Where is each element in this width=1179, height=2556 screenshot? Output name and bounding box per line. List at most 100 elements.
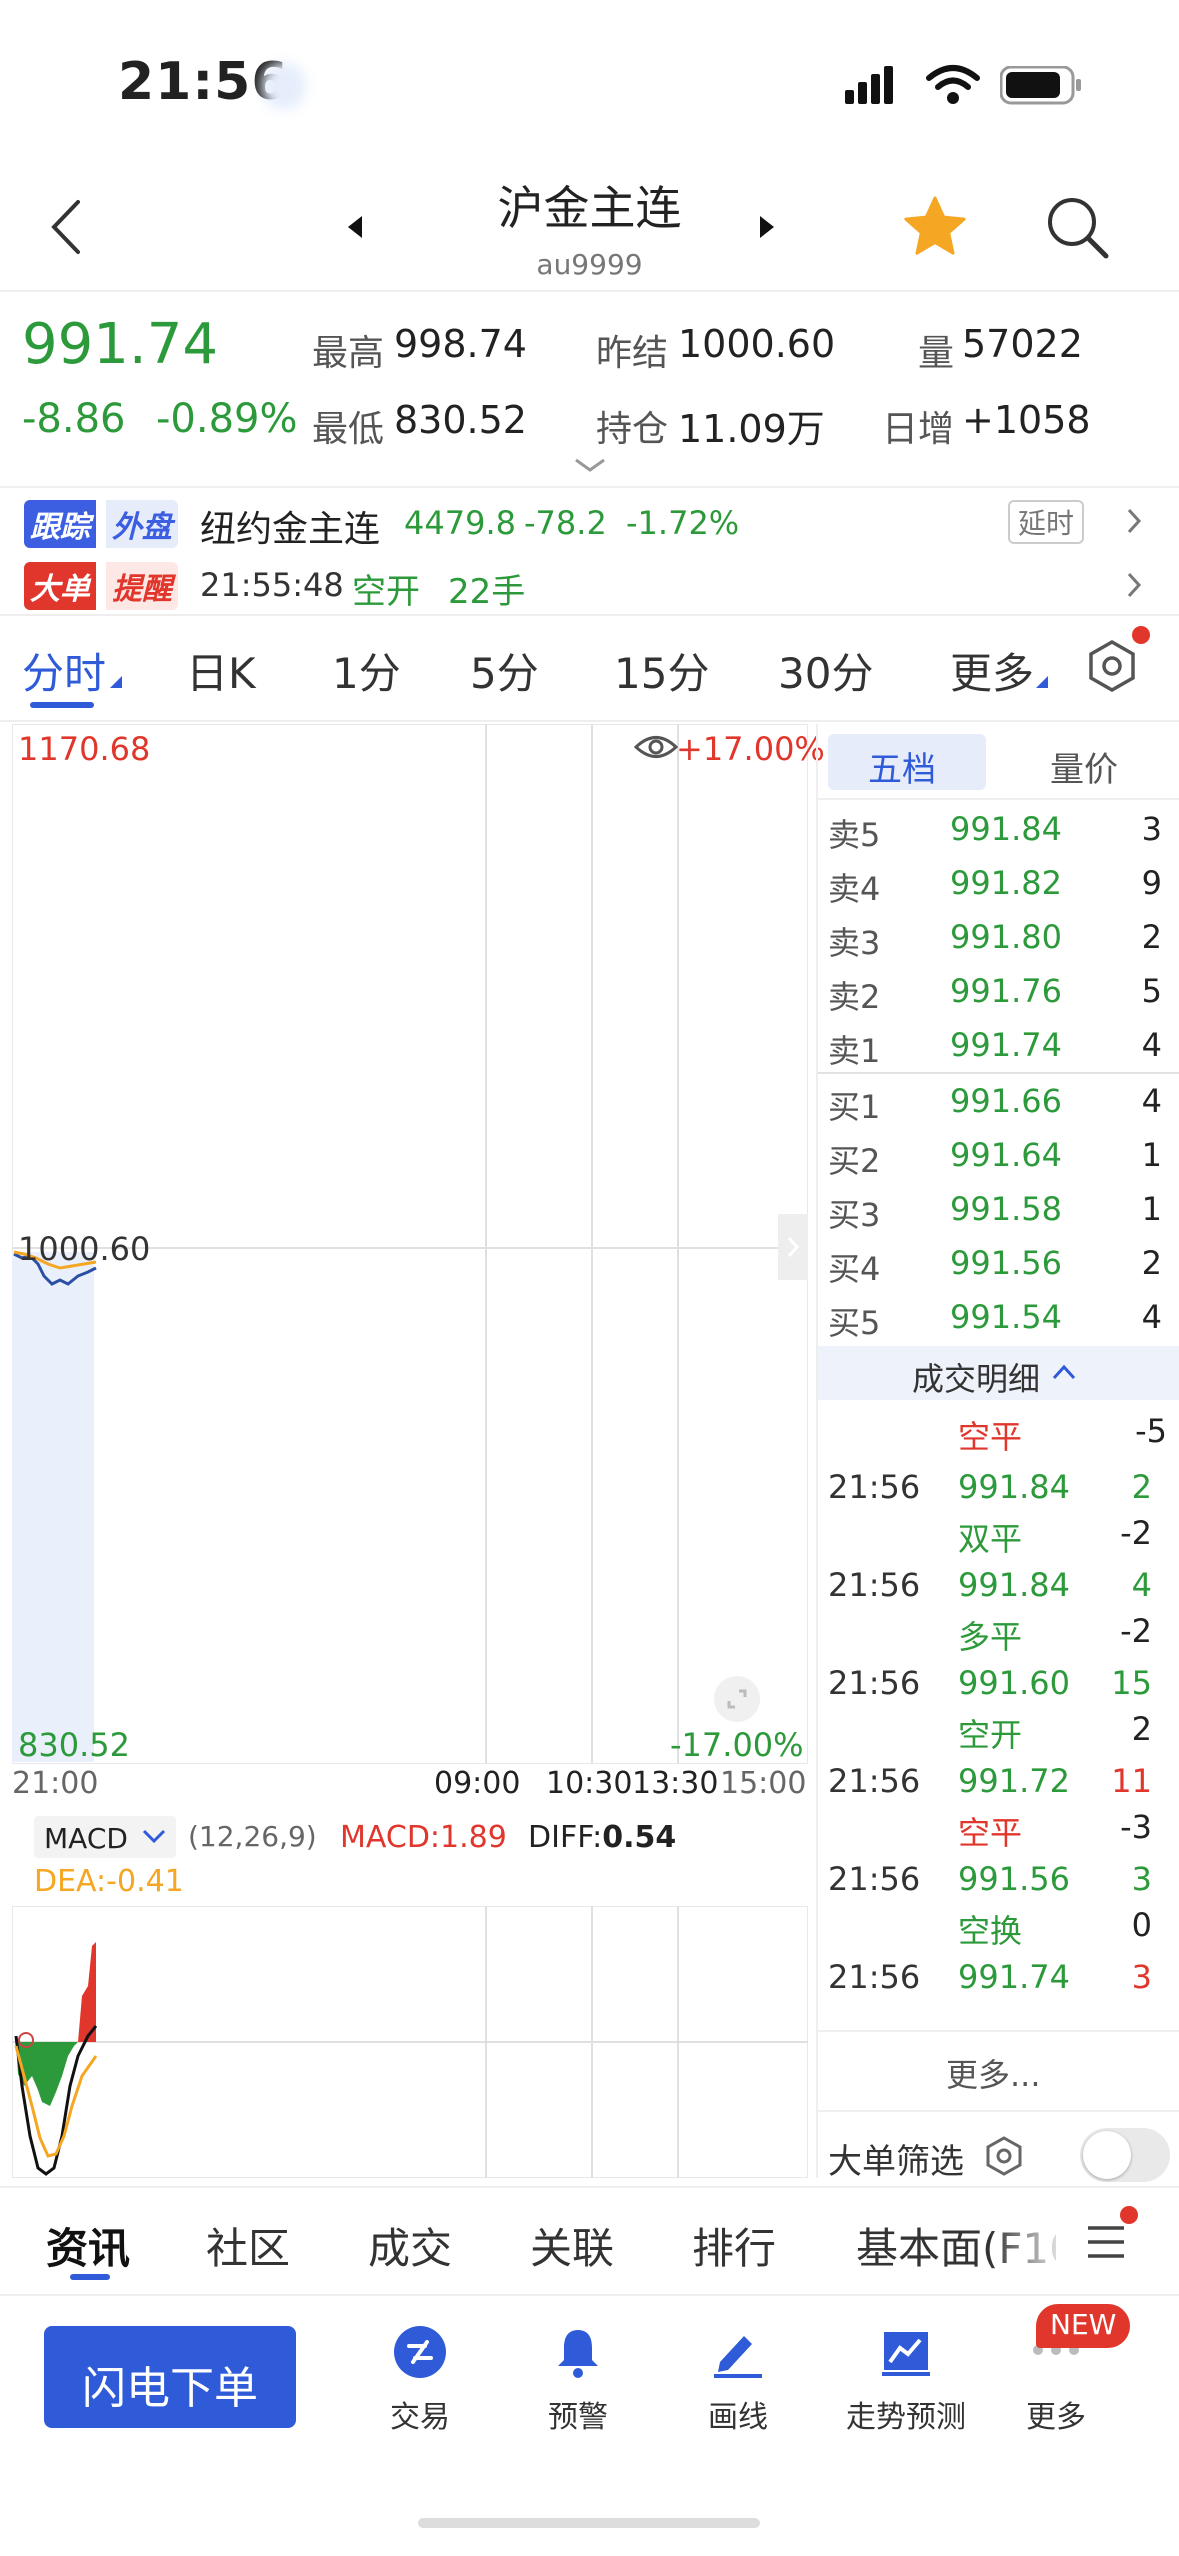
tab-5min[interactable]: 5分 bbox=[470, 640, 539, 701]
orderbook-tab-five-levels[interactable]: 五档 bbox=[828, 734, 986, 790]
trade-vol: 3 bbox=[1131, 1958, 1152, 1996]
favorite-star-icon[interactable] bbox=[900, 192, 970, 262]
big-order-alert-row[interactable]: 大单 提醒 21:55:48 空开 22手 bbox=[0, 552, 1179, 616]
tab-daily-k[interactable]: 日K bbox=[186, 640, 256, 701]
chevron-down-icon bbox=[140, 1826, 168, 1850]
tab-15min[interactable]: 15分 bbox=[614, 640, 709, 701]
draw-line-icon bbox=[710, 2324, 766, 2384]
bid-label: 买2 bbox=[828, 1142, 881, 1180]
ask-row-1[interactable]: 卖1 991.74 4 bbox=[828, 1018, 1168, 1072]
time-label-0900: 09:00 bbox=[434, 1766, 521, 1801]
bid-row-1[interactable]: 买1 991.66 4 bbox=[828, 1074, 1168, 1128]
macd-params: (12,26,9) bbox=[188, 1820, 317, 1853]
tab-intraday[interactable]: 分时 bbox=[22, 640, 106, 701]
trade-type: 空换 bbox=[958, 1912, 1023, 1950]
more-trades-link[interactable]: 更多... bbox=[946, 2050, 1041, 2096]
time-label-1330: 13:30 bbox=[632, 1766, 719, 1801]
wifi-icon bbox=[925, 62, 981, 106]
bid-row-4[interactable]: 买4 991.56 2 bbox=[828, 1236, 1168, 1290]
tab-trades[interactable]: 成交 bbox=[368, 2215, 452, 2276]
ask-label: 卖2 bbox=[828, 978, 881, 1016]
trade-row: 21:56 991.84 2 双平 -2 bbox=[828, 1464, 1168, 1564]
high-value: 998.74 bbox=[394, 322, 527, 366]
trade-type: 空开 bbox=[958, 1716, 1023, 1754]
trade-vol: 4 bbox=[1131, 1566, 1152, 1604]
foreign-market-row[interactable]: 跟踪 外盘 纽约金主连 4479.8 -78.2 -1.72% 延时 bbox=[0, 490, 1179, 552]
trade-price: 991.84 bbox=[958, 1566, 1070, 1604]
expand-chevron-icon[interactable] bbox=[572, 454, 608, 476]
notification-dot bbox=[1132, 626, 1150, 644]
diff-value: 0.54 bbox=[602, 1820, 677, 1855]
page-title: 沪金主连 bbox=[497, 181, 682, 235]
chevron-right-icon bbox=[1124, 506, 1144, 540]
bid-vol: 2 bbox=[1141, 1244, 1162, 1282]
foreign-pct: -1.72% bbox=[626, 504, 740, 542]
tabs-fade bbox=[990, 2200, 1070, 2280]
orderbook-tab-volume-price[interactable]: 量价 bbox=[1050, 742, 1118, 791]
macd-select-label: MACD bbox=[44, 1822, 128, 1855]
tab-30min[interactable]: 30分 bbox=[778, 640, 873, 701]
big-order-filter-toggle[interactable] bbox=[1080, 2128, 1170, 2182]
bid-row-2[interactable]: 买2 991.64 1 bbox=[828, 1128, 1168, 1182]
bid-row-3[interactable]: 买3 991.58 1 bbox=[828, 1182, 1168, 1236]
ask-price: 991.82 bbox=[950, 864, 1062, 902]
macd-indicator-select[interactable]: MACD bbox=[34, 1816, 176, 1858]
next-contract-icon[interactable] bbox=[756, 212, 778, 242]
open-interest-label: 持仓 bbox=[596, 409, 669, 450]
battery-icon bbox=[999, 65, 1082, 106]
orderbook-header-divider bbox=[818, 798, 1179, 800]
tab-related[interactable]: 关联 bbox=[530, 2215, 614, 2276]
trade-price: 991.60 bbox=[958, 1664, 1070, 1702]
trade-list-divider bbox=[818, 2030, 1179, 2032]
trade-partial-type: 空平 bbox=[958, 1418, 1023, 1456]
eye-icon[interactable] bbox=[633, 730, 679, 768]
search-icon[interactable] bbox=[1042, 192, 1112, 262]
chart-settings-icon[interactable] bbox=[1082, 636, 1142, 696]
trade-list[interactable]: 空平 -5 21:56 991.84 2 双平 -2 21:56 991.84 … bbox=[818, 1400, 1179, 2028]
time-label-2100: 21:00 bbox=[12, 1766, 99, 1801]
tab-community[interactable]: 社区 bbox=[206, 2215, 290, 2276]
flash-order-button[interactable]: 闪电下单 bbox=[44, 2326, 296, 2428]
volume-value: 57022 bbox=[962, 322, 1083, 366]
ask-price: 991.80 bbox=[950, 918, 1062, 956]
bid-label: 买1 bbox=[828, 1088, 881, 1126]
time-label-1030: 10:30 bbox=[546, 1766, 633, 1801]
bell-icon bbox=[550, 2324, 606, 2384]
ask-row-3[interactable]: 卖3 991.80 2 bbox=[828, 910, 1168, 964]
alert-label: 预警 bbox=[548, 2400, 608, 2435]
foreign-change: -78.2 bbox=[524, 504, 607, 542]
ask-row-2[interactable]: 卖2 991.76 5 bbox=[828, 964, 1168, 1018]
tab-ranking[interactable]: 排行 bbox=[692, 2215, 776, 2276]
trend-forecast-icon bbox=[878, 2324, 934, 2384]
trade-row: 21:56 991.74 3 bbox=[828, 1954, 1168, 2028]
trade-detail-toggle[interactable]: 成交明细 bbox=[818, 1346, 1179, 1400]
intraday-chart[interactable]: 1170.68 +17.00% 1000.60 830.52 -17.00% bbox=[12, 724, 825, 1764]
trade-vol: 3 bbox=[1131, 1860, 1152, 1898]
ask-price: 991.74 bbox=[950, 1026, 1062, 1064]
alert-time: 21:55:48 bbox=[200, 566, 344, 604]
trade-time: 21:56 bbox=[828, 1468, 921, 1506]
foreign-name: 纽约金主连 bbox=[200, 509, 381, 550]
chart-top-pct: +17.00% bbox=[676, 730, 825, 768]
ask-row-4[interactable]: 卖4 991.82 9 bbox=[828, 856, 1168, 910]
trade-qty: 0 bbox=[1131, 1906, 1152, 1944]
macd-value: MACD:1.89 bbox=[340, 1820, 507, 1855]
tab-more[interactable]: 更多 bbox=[950, 640, 1034, 701]
bid-vol: 1 bbox=[1141, 1136, 1162, 1174]
trade-qty: 2 bbox=[1131, 1710, 1152, 1748]
signal-icon bbox=[845, 66, 905, 106]
bottom-tabs-divider bbox=[0, 2186, 1179, 2188]
filter-settings-icon[interactable] bbox=[982, 2134, 1026, 2178]
delay-badge: 延时 bbox=[1008, 500, 1085, 544]
fullscreen-icon[interactable] bbox=[712, 1674, 762, 1728]
macd-chart[interactable] bbox=[11, 1905, 809, 2179]
chart-side-handle[interactable] bbox=[778, 1214, 808, 1280]
tab-1min[interactable]: 1分 bbox=[332, 640, 401, 701]
ask-vol: 3 bbox=[1141, 810, 1162, 848]
tab-news[interactable]: 资讯 bbox=[46, 2215, 130, 2276]
tabs-menu-icon[interactable] bbox=[1086, 2222, 1126, 2262]
ask-vol: 5 bbox=[1141, 972, 1162, 1010]
ask-vol: 2 bbox=[1141, 918, 1162, 956]
ask-row-5[interactable]: 卖5 991.84 3 bbox=[828, 802, 1168, 856]
bid-row-5[interactable]: 买5 991.54 4 bbox=[828, 1290, 1168, 1344]
